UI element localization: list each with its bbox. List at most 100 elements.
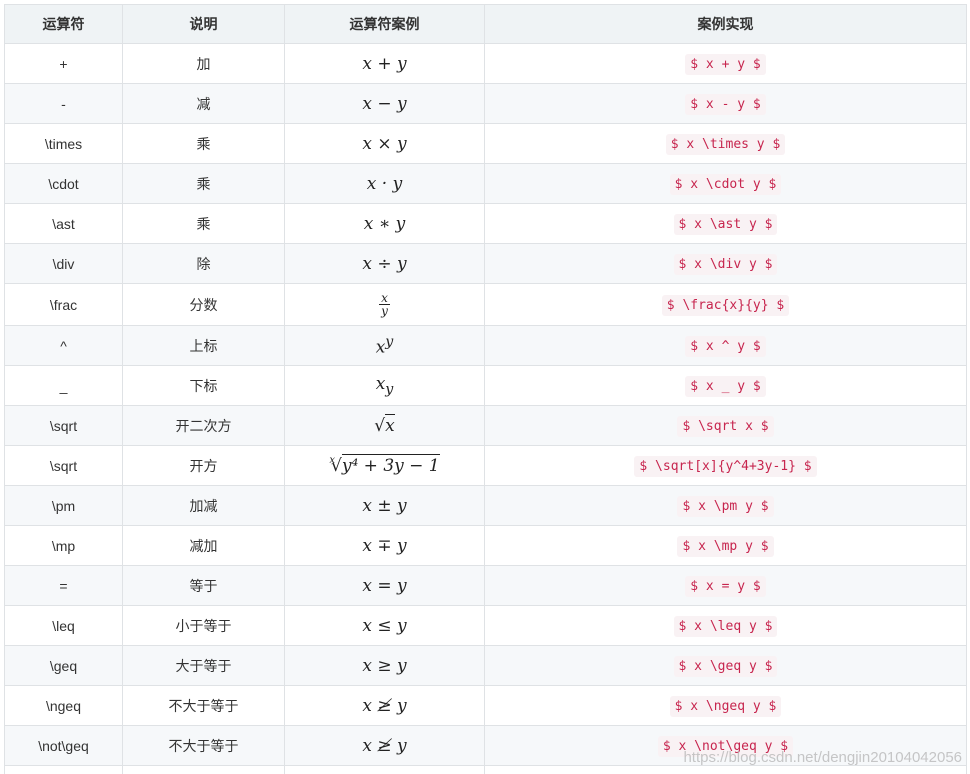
- example-cell: x × y: [284, 123, 485, 164]
- code-cell: $ x = y $: [484, 565, 967, 606]
- operator-cell: \mp: [4, 525, 123, 566]
- code-snippet: $ x + y $: [685, 53, 766, 75]
- code-cell: $ \frac{x}{y} $: [484, 283, 967, 326]
- code-cell: $ x _ y $: [484, 365, 967, 406]
- description-cell: 乘: [122, 123, 285, 164]
- description-cell: 开方: [122, 445, 285, 486]
- code-snippet: $ \sqrt[x]{y^4+3y-1} $: [634, 455, 817, 477]
- example-cell: x · y: [284, 163, 485, 204]
- operator-cell: \pm: [4, 485, 123, 526]
- code-snippet: $ x \times y $: [665, 133, 786, 155]
- example-cell: x ∗ y: [284, 203, 485, 244]
- table-row: \sqrt 开方 x√y⁴ + 3y − 1 $ \sqrt[x]{y^4+3y…: [4, 445, 967, 486]
- description-cell: 大于等于: [122, 645, 285, 686]
- code-cell: $ x \pm y $: [484, 485, 967, 526]
- description-cell: 等于: [122, 565, 285, 606]
- example-cell: x ≤ y: [284, 605, 485, 646]
- code-cell: $ x \div y $: [484, 243, 967, 284]
- code-cell: $ \sqrt[x]{y^4+3y-1} $: [484, 445, 967, 486]
- table-row: \sqrt 开二次方 √x $ \sqrt x $: [4, 405, 967, 446]
- code-cell: $ x \cdot y $: [484, 163, 967, 204]
- math-superscript: y: [385, 333, 394, 350]
- table-row: \not\geq 不大于等于 x ≱ y $ x \not\geq y $: [4, 725, 967, 766]
- code-snippet: $ x \leq y $: [673, 615, 778, 637]
- code-snippet: $ x \ngeq y $: [669, 695, 782, 717]
- code-snippet: $ x ^ y $: [685, 335, 766, 357]
- example-cell: x ÷ y: [284, 243, 485, 284]
- operator-cell: \sqrt: [4, 445, 123, 486]
- table-row: \ngeq 不大于等于 x ≱ y $ x \ngeq y $: [4, 685, 967, 726]
- code-cell: $ x \times y $: [484, 123, 967, 164]
- description-cell: 上标: [122, 325, 285, 366]
- radical-sign: √: [331, 456, 342, 476]
- code-snippet: $ x \div y $: [673, 253, 778, 275]
- operator-cell: =: [4, 565, 123, 606]
- operator-cell: \div: [4, 243, 123, 284]
- table-row: ^ 上标 xy $ x ^ y $: [4, 325, 967, 366]
- example-cell: x − y: [284, 83, 485, 124]
- table-row: \mp 减加 x ∓ y $ x \mp y $: [4, 525, 967, 566]
- code-snippet: $ x \pm y $: [677, 495, 774, 517]
- operator-cell: _: [4, 365, 123, 406]
- example-cell: x = y: [284, 565, 485, 606]
- page: 运算符 说明 运算符案例 案例实现 + 加 x + y $ x + y $ - …: [0, 0, 970, 774]
- code-snippet: $ \sqrt x $: [677, 415, 774, 437]
- fraction-denominator: y: [381, 304, 388, 318]
- operator-cell: ^: [4, 325, 123, 366]
- operator-cell: \frac: [4, 283, 123, 326]
- description-cell: 减: [122, 83, 285, 124]
- table-row: \pm 加减 x ± y $ x \pm y $: [4, 485, 967, 526]
- fraction: x y: [379, 292, 390, 317]
- empty-cell: [284, 765, 485, 774]
- code-snippet: $ x \ast y $: [673, 213, 778, 235]
- code-snippet: $ \frac{x}{y} $: [661, 294, 790, 316]
- header-implementation: 案例实现: [484, 4, 967, 44]
- table-row: \geq 大于等于 x ≥ y $ x \geq y $: [4, 645, 967, 686]
- code-snippet: $ x - y $: [685, 93, 766, 115]
- math-base: x: [375, 337, 386, 358]
- operator-cell: \cdot: [4, 163, 123, 204]
- description-cell: 除: [122, 243, 285, 284]
- operator-cell: \times: [4, 123, 123, 164]
- code-cell: $ x \ast y $: [484, 203, 967, 244]
- example-cell: x ∓ y: [284, 525, 485, 566]
- code-snippet: $ x \mp y $: [677, 535, 774, 557]
- empty-cell: [4, 765, 123, 774]
- code-cell: $ x ^ y $: [484, 325, 967, 366]
- operator-cell: -: [4, 83, 123, 124]
- table-row: \cdot 乘 x · y $ x \cdot y $: [4, 163, 967, 204]
- code-snippet: $ x \not\geq y $: [657, 735, 794, 757]
- table-row: \ast 乘 x ∗ y $ x \ast y $: [4, 203, 967, 244]
- example-cell: x ≱ y: [284, 725, 485, 766]
- math-radicand: y⁴ + 3y − 1: [341, 454, 440, 476]
- code-cell: $ \sqrt x $: [484, 405, 967, 446]
- description-cell: 分数: [122, 283, 285, 326]
- table-row: + 加 x + y $ x + y $: [4, 43, 967, 84]
- description-cell: 开二次方: [122, 405, 285, 446]
- table-row: \leq 小于等于 x ≤ y $ x \leq y $: [4, 605, 967, 646]
- table-row: - 减 x − y $ x - y $: [4, 83, 967, 124]
- operator-cell: \ngeq: [4, 685, 123, 726]
- code-cell: $ x \not\geq y $: [484, 725, 967, 766]
- example-cell: xy: [284, 365, 485, 406]
- code-cell: $ x + y $: [484, 43, 967, 84]
- empty-cell: [122, 765, 285, 774]
- code-cell: $ x \ngeq y $: [484, 685, 967, 726]
- description-cell: 不大于等于: [122, 685, 285, 726]
- math-radicand: x: [385, 413, 395, 436]
- table-row: \frac 分数 x y $ \frac{x}{y} $: [4, 283, 967, 326]
- example-cell: x ± y: [284, 485, 485, 526]
- operator-cell: \leq: [4, 605, 123, 646]
- table-row-partial: [4, 765, 967, 774]
- operator-table: 运算符 说明 运算符案例 案例实现 + 加 x + y $ x + y $ - …: [4, 4, 967, 774]
- header-example: 运算符案例: [284, 4, 485, 44]
- table-row: _ 下标 xy $ x _ y $: [4, 365, 967, 406]
- radical-sign: √: [374, 415, 386, 436]
- code-snippet: $ x _ y $: [685, 375, 766, 397]
- example-cell: x + y: [284, 43, 485, 84]
- operator-cell: \sqrt: [4, 405, 123, 446]
- header-description: 说明: [122, 4, 285, 44]
- math-base: x: [375, 373, 386, 394]
- table-header-row: 运算符 说明 运算符案例 案例实现: [4, 4, 967, 44]
- math-subscript: y: [385, 381, 394, 398]
